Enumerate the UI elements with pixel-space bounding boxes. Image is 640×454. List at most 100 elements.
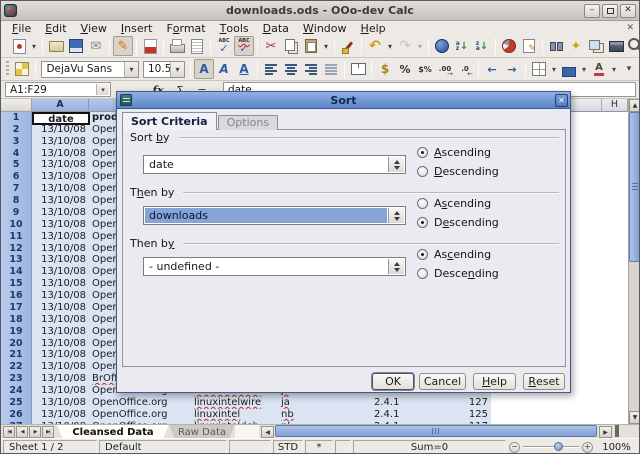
align-right-icon[interactable] <box>301 59 321 79</box>
decrease-indent-icon[interactable] <box>482 59 502 79</box>
name-box-dropdown-icon[interactable]: ▾ <box>96 84 109 95</box>
ascending-radio[interactable] <box>417 249 428 260</box>
page-preview-icon[interactable] <box>187 36 207 56</box>
zoom-slider-track[interactable] <box>523 446 579 448</box>
zoom-level[interactable]: 100% <box>595 440 638 454</box>
sheet-nav-last-icon[interactable]: ▶| <box>42 426 54 438</box>
print-icon[interactable] <box>167 36 187 56</box>
vertical-scrollbar[interactable]: ▲ ▼ <box>628 99 640 424</box>
page-style[interactable]: Default <box>99 440 227 454</box>
currency-icon[interactable] <box>375 59 395 79</box>
zoom-slider-thumb[interactable] <box>554 442 563 451</box>
dropdown-caret-icon[interactable] <box>549 59 559 79</box>
sort-key-combo-1[interactable]: date <box>143 155 406 174</box>
menu-item-file[interactable]: File <box>5 21 38 35</box>
styles-icon[interactable] <box>12 59 32 79</box>
add-decimal-icon[interactable] <box>435 59 455 79</box>
hscroll-right-icon[interactable]: ▶ <box>599 426 612 438</box>
menu-item-edit[interactable]: Edit <box>38 21 73 35</box>
menu-item-data[interactable]: Data <box>256 21 296 35</box>
cut-icon[interactable] <box>261 36 281 56</box>
status-spacer-2[interactable] <box>335 440 351 454</box>
descending-radio[interactable] <box>417 217 428 228</box>
undo-icon[interactable] <box>365 36 385 56</box>
sort-key-combo-2[interactable]: downloads <box>143 206 406 225</box>
merge-cells-icon[interactable] <box>348 59 368 79</box>
font-name-combo[interactable]: DejaVu Sans▾ <box>41 61 139 78</box>
ok-button[interactable]: OK <box>372 373 414 390</box>
help-button[interactable]: Help <box>473 373 516 390</box>
scroll-down-icon[interactable]: ▼ <box>629 411 640 424</box>
draw-functions-icon[interactable] <box>519 36 539 56</box>
combo-spinner-icon[interactable] <box>388 208 404 223</box>
new-icon[interactable] <box>9 36 29 56</box>
open-icon[interactable] <box>46 36 66 56</box>
minimize-button-icon[interactable]: – <box>584 4 600 18</box>
toolbar-grip[interactable] <box>6 61 9 77</box>
status-spacer-1[interactable] <box>229 440 271 454</box>
zoom-out-icon[interactable]: − <box>509 442 520 453</box>
horizontal-scroll-thumb[interactable] <box>275 425 597 437</box>
dropdown-caret-icon[interactable] <box>29 36 39 56</box>
sort-key-combo-3[interactable]: - undefined - <box>143 257 406 276</box>
hscroll-left-icon[interactable]: ◀ <box>261 426 274 438</box>
descending-radio[interactable] <box>417 166 428 177</box>
dialog-title-bar[interactable]: Sort ✕ <box>117 92 570 109</box>
clone-formatting-icon[interactable] <box>338 36 358 56</box>
sheet-indicator[interactable]: Sheet 1 / 2 <box>3 440 97 454</box>
italic-icon[interactable] <box>214 59 234 79</box>
dialog-tab-options[interactable]: Options <box>218 115 278 130</box>
spellcheck-icon[interactable] <box>214 36 234 56</box>
align-center-icon[interactable] <box>281 59 301 79</box>
ascending-radio-group-2[interactable]: Ascending <box>417 197 562 210</box>
ascending-radio[interactable] <box>417 147 428 158</box>
sheet-tab-cleansed-data[interactable]: Cleansed Data <box>57 425 169 439</box>
export-pdf-icon[interactable] <box>140 36 160 56</box>
dropdown-caret-icon[interactable] <box>385 36 395 56</box>
zoom-slider[interactable]: − + <box>509 440 593 454</box>
insert-mode[interactable]: STD <box>273 440 303 454</box>
justify-icon[interactable] <box>321 59 341 79</box>
descending-radio[interactable] <box>417 268 428 279</box>
maximize-button-icon[interactable] <box>602 4 618 18</box>
title-bar[interactable]: downloads.ods - OOo-dev Calc – ✕ <box>1 1 639 21</box>
name-box[interactable]: A1:F29 ▾ <box>5 82 111 97</box>
combo-spinner-icon[interactable] <box>388 157 404 172</box>
overflow-icon[interactable] <box>619 59 639 79</box>
dialog-tab-sort-criteria[interactable]: Sort Criteria <box>122 112 217 130</box>
insert-chart-icon[interactable] <box>499 36 519 56</box>
delete-decimal-icon[interactable] <box>455 59 475 79</box>
navigator-icon[interactable] <box>566 36 586 56</box>
close-button-icon[interactable]: ✕ <box>620 4 636 18</box>
dialog-close-icon[interactable]: ✕ <box>555 94 568 107</box>
zoom-icon[interactable] <box>626 36 640 56</box>
descending-radio-group-3[interactable]: Descending <box>417 267 562 280</box>
descending-radio-group-1[interactable]: Descending <box>417 165 562 178</box>
data-sources-icon[interactable] <box>606 36 626 56</box>
sheet-nav-next-icon[interactable]: ▶ <box>29 426 41 438</box>
dropdown-caret-icon[interactable] <box>579 59 589 79</box>
modified-flag[interactable]: * <box>305 440 333 454</box>
save-icon[interactable] <box>66 36 86 56</box>
increase-indent-icon[interactable] <box>502 59 522 79</box>
split-handle[interactable] <box>615 425 619 437</box>
menu-item-help[interactable]: Help <box>354 21 393 35</box>
dropdown-caret-icon[interactable] <box>609 59 619 79</box>
paste-icon[interactable] <box>301 36 321 56</box>
auto-spellcheck-icon[interactable] <box>234 36 254 56</box>
combo-spinner-icon[interactable] <box>388 259 404 274</box>
sheet-nav-first-icon[interactable]: |◀ <box>3 426 15 438</box>
background-color-icon[interactable] <box>559 59 579 79</box>
zoom-in-icon[interactable]: + <box>582 442 593 453</box>
dropdown-caret-icon[interactable]: ▾ <box>124 62 138 77</box>
standard-format-icon[interactable] <box>415 59 435 79</box>
dropdown-caret-icon[interactable] <box>321 36 331 56</box>
borders-icon[interactable] <box>529 59 549 79</box>
column-header-A[interactable]: A <box>32 99 89 112</box>
bold-icon[interactable] <box>194 59 214 79</box>
ascending-radio-group-1[interactable]: Ascending <box>417 146 562 159</box>
sheet-tab-raw-data[interactable]: Raw Data <box>169 425 235 439</box>
menu-item-insert[interactable]: Insert <box>114 21 160 35</box>
font-color-icon[interactable] <box>589 59 609 79</box>
sort-ascending-icon[interactable] <box>452 36 472 56</box>
